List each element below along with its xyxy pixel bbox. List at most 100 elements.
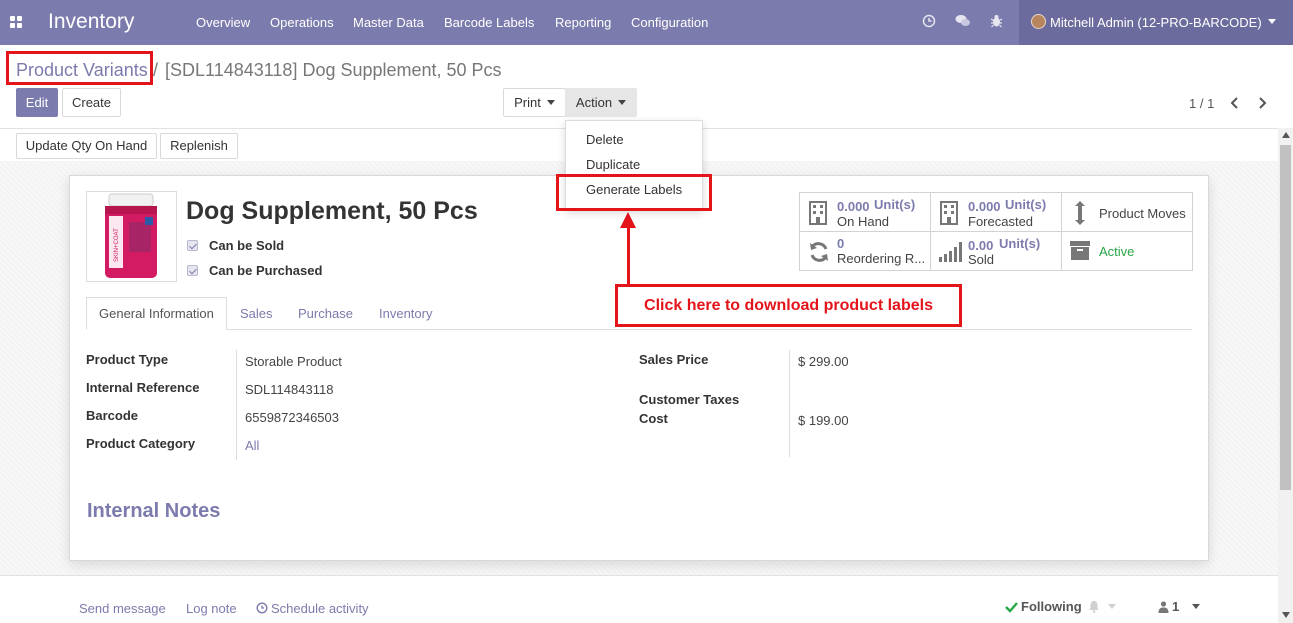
edit-button[interactable]: Edit — [16, 88, 58, 117]
menu-item-duplicate[interactable]: Duplicate — [586, 157, 640, 172]
pager-next-icon[interactable] — [1257, 96, 1267, 110]
field-divider-right — [789, 350, 790, 457]
up-down-arrows-icon — [1075, 201, 1085, 225]
sold-label: Sold — [968, 252, 995, 267]
building-icon — [809, 201, 827, 225]
archive-icon — [1070, 241, 1090, 260]
annotation-highlight-generate-labels — [556, 174, 712, 211]
internal-reference-label: Internal Reference — [86, 380, 200, 395]
chatter-divider — [0, 575, 1278, 576]
on-hand-value: 0.000 — [837, 199, 870, 214]
tab-sales[interactable]: Sales — [240, 306, 273, 321]
building-icon — [940, 201, 958, 225]
print-label: Print — [514, 95, 541, 110]
can-be-sold-label: Can be Sold — [209, 238, 285, 253]
breadcrumb-current: [SDL114843118] Dog Supplement, 50 Pcs — [165, 60, 502, 80]
sold-unit: Unit(s) — [999, 236, 1041, 251]
menu-reporting[interactable]: Reporting — [555, 15, 611, 30]
annotation-arrow-head — [620, 212, 636, 228]
sales-price-label: Sales Price — [639, 352, 709, 367]
internal-reference-value: SDL114843118 — [245, 382, 334, 397]
menu-overview[interactable]: Overview — [196, 15, 250, 30]
menu-barcode-labels[interactable]: Barcode Labels — [444, 15, 534, 30]
schedule-activity-button[interactable]: Schedule activity — [271, 601, 369, 616]
menu-item-delete[interactable]: Delete — [586, 132, 624, 147]
sales-price-value: $ 299.00 — [798, 354, 849, 369]
menu-configuration[interactable]: Configuration — [631, 15, 708, 30]
followers-icon[interactable] — [1158, 601, 1169, 613]
forecast-label: Forecasted — [968, 214, 1034, 229]
can-be-purchased-checkbox[interactable] — [187, 265, 198, 276]
product-moves-label: Product Moves — [1099, 206, 1186, 221]
stat-sold[interactable]: 0.00 Unit(s) Sold — [931, 232, 1062, 271]
stat-buttons: 0.000 Unit(s) On Hand 0.000 Unit(s) Fore… — [799, 192, 1193, 271]
debug-bug-icon[interactable] — [990, 14, 1003, 28]
barcode-value: 6559872346503 — [245, 410, 339, 425]
check-icon — [1005, 602, 1018, 613]
tab-general-information-label[interactable]: General Information — [99, 306, 214, 321]
supplement-jar-image: SKIN+COAT — [105, 193, 157, 278]
pager-previous-icon[interactable] — [1230, 96, 1240, 110]
product-type-label: Product Type — [86, 352, 169, 367]
breadcrumb-separator: / — [153, 60, 159, 80]
jar-label-text: SKIN+COAT — [114, 228, 120, 262]
stat-reordering[interactable]: 0 Reordering R... — [800, 232, 931, 271]
on-hand-label: On Hand — [837, 214, 890, 229]
following-button[interactable]: Following — [1021, 599, 1082, 614]
product-name: Dog Supplement, 50 Pcs — [186, 197, 478, 225]
can-be-purchased-label: Can be Purchased — [209, 263, 323, 278]
action-button[interactable]: Action — [565, 88, 637, 117]
send-message-button[interactable]: Send message — [79, 601, 166, 616]
tabs-underline — [86, 329, 1192, 330]
activity-clock-icon[interactable] — [922, 14, 936, 28]
bar-chart-icon — [939, 242, 962, 262]
user-name[interactable]: Mitchell Admin (12-PRO-BARCODE) — [1050, 15, 1262, 30]
menu-master-data[interactable]: Master Data — [353, 15, 424, 30]
barcode-label: Barcode — [86, 408, 139, 423]
forecast-unit: Unit(s) — [1005, 197, 1047, 212]
print-button[interactable]: Print — [503, 88, 566, 117]
annotation-callout: Click here to download product labels — [615, 284, 962, 327]
cost-label: Cost — [639, 411, 668, 426]
log-note-button[interactable]: Log note — [186, 601, 237, 616]
clock-icon — [256, 602, 268, 614]
bell-icon[interactable] — [1088, 600, 1100, 613]
scroll-down-icon[interactable] — [1282, 612, 1290, 618]
followers-count[interactable]: 1 — [1172, 599, 1179, 614]
caret-down-icon[interactable] — [1108, 604, 1116, 609]
messages-icon[interactable] — [955, 14, 971, 28]
on-hand-unit: Unit(s) — [874, 197, 916, 212]
can-be-sold-checkbox[interactable] — [187, 240, 198, 251]
caret-down-icon[interactable] — [1192, 604, 1200, 609]
caret-down-icon — [618, 99, 627, 105]
stat-on-hand[interactable]: 0.000 Unit(s) On Hand — [800, 193, 931, 232]
tab-inventory[interactable]: Inventory — [379, 306, 432, 321]
annotation-highlight-breadcrumb — [6, 51, 153, 85]
annotation-arrow-line — [627, 226, 630, 284]
refresh-icon — [810, 242, 828, 262]
forecast-value: 0.000 — [968, 199, 1001, 214]
update-qty-button[interactable]: Update Qty On Hand — [16, 133, 157, 159]
product-type-value: Storable Product — [245, 354, 342, 369]
create-button[interactable]: Create — [62, 88, 121, 117]
pager-value[interactable]: 1 / 1 — [1189, 96, 1214, 111]
product-image[interactable]: SKIN+COAT — [86, 191, 177, 282]
stat-product-moves[interactable]: Product Moves — [1062, 193, 1193, 232]
customer-taxes-label: Customer Taxes — [639, 392, 740, 407]
stat-forecasted[interactable]: 0.000 Unit(s) Forecasted — [931, 193, 1062, 232]
cost-value: $ 199.00 — [798, 413, 849, 428]
user-avatar — [1031, 14, 1046, 29]
product-category-label: Product Category — [86, 436, 196, 451]
app-title: Inventory — [48, 10, 135, 33]
scroll-up-icon[interactable] — [1282, 132, 1290, 138]
tab-purchase[interactable]: Purchase — [298, 306, 353, 321]
apps-menu-icon[interactable] — [10, 16, 23, 29]
product-category-link[interactable]: All — [245, 438, 259, 453]
action-label: Action — [575, 95, 613, 110]
scrollbar-thumb[interactable] — [1280, 145, 1291, 490]
field-divider-left — [236, 350, 237, 460]
menu-operations[interactable]: Operations — [270, 15, 334, 30]
replenish-button[interactable]: Replenish — [160, 133, 238, 159]
internal-notes-heading: Internal Notes — [87, 500, 221, 522]
stat-active[interactable]: Active — [1062, 232, 1193, 271]
